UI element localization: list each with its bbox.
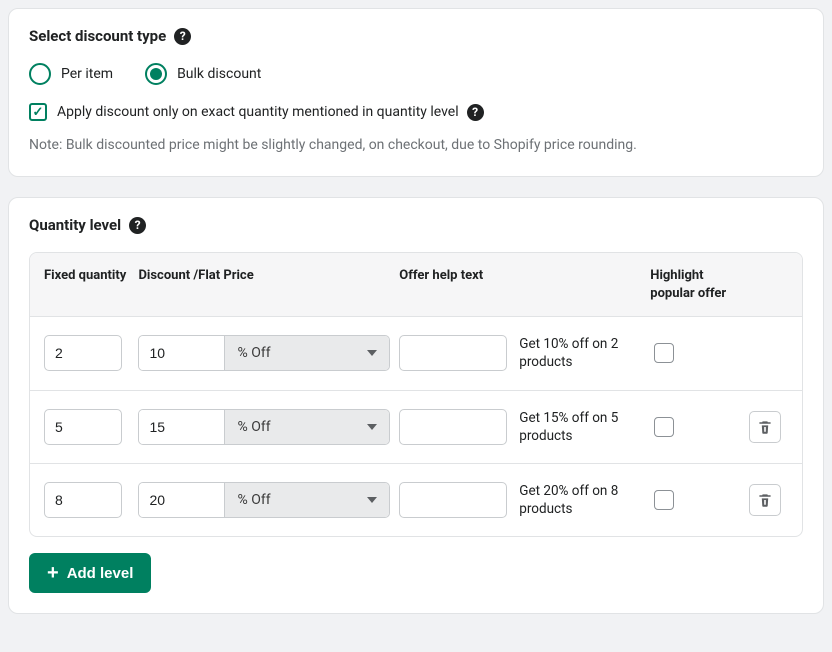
table-row: % Off Get 10% off on 2 products (30, 317, 802, 389)
discount-input-group: % Off (138, 409, 390, 445)
radio-per-item-indicator (29, 63, 51, 85)
chevron-down-icon (367, 424, 377, 430)
exact-quantity-label-text: Apply discount only on exact quantity me… (57, 104, 459, 120)
exact-quantity-checkbox-row: Apply discount only on exact quantity me… (29, 103, 803, 121)
help-icon[interactable]: ? (174, 28, 191, 45)
discount-type-note: Note: Bulk discounted price might be sli… (29, 135, 803, 156)
discount-type-title-text: Select discount type (29, 27, 166, 45)
discount-unit-select[interactable]: % Off (224, 410, 389, 444)
quantity-level-table: Fixed quantity Discount /Flat Price Offe… (29, 252, 803, 537)
trash-icon (757, 419, 773, 435)
help-icon[interactable]: ? (129, 217, 146, 234)
discount-input-group: % Off (138, 482, 390, 518)
fixed-quantity-input[interactable] (44, 482, 122, 518)
header-offer-help: Offer help text (399, 267, 650, 302)
radio-bulk-label: Bulk discount (177, 66, 261, 82)
chevron-down-icon (367, 497, 377, 503)
quantity-level-title: Quantity level ? (29, 216, 803, 234)
discount-unit-select[interactable]: % Off (224, 483, 389, 517)
trash-icon (757, 492, 773, 508)
exact-quantity-label: Apply discount only on exact quantity me… (57, 104, 484, 121)
table-body: % Off Get 10% off on 2 products % Off Get 1… (30, 317, 802, 536)
add-level-button[interactable]: + Add level (29, 553, 151, 593)
exact-quantity-checkbox[interactable] (29, 103, 47, 121)
header-actions (749, 267, 792, 302)
discount-unit-label: % Off (237, 345, 270, 361)
header-fixed-quantity: Fixed quantity (40, 267, 138, 302)
offer-help-input[interactable] (399, 482, 507, 518)
discount-input-group: % Off (138, 335, 390, 371)
discount-type-card: Select discount type ? Per item Bulk dis… (8, 8, 824, 177)
header-highlight: Highlight popular offer (650, 267, 748, 302)
offer-help-input[interactable] (399, 335, 507, 371)
header-discount: Discount /Flat Price (138, 267, 399, 302)
highlight-offer-checkbox[interactable] (654, 343, 674, 363)
fixed-quantity-input[interactable] (44, 409, 122, 445)
offer-help-preview: Get 20% off on 8 products (519, 482, 639, 518)
add-level-label: Add level (67, 565, 134, 582)
discount-unit-label: % Off (237, 492, 270, 508)
help-icon[interactable]: ? (467, 104, 484, 121)
radio-bulk-indicator (145, 63, 167, 85)
radio-bulk-discount[interactable]: Bulk discount (145, 63, 261, 85)
table-row: % Off Get 20% off on 8 products (30, 463, 802, 536)
table-header: Fixed quantity Discount /Flat Price Offe… (30, 253, 802, 317)
discount-value-input[interactable] (139, 410, 224, 444)
radio-per-item-label: Per item (61, 66, 113, 82)
fixed-quantity-input[interactable] (44, 335, 122, 371)
highlight-offer-checkbox[interactable] (654, 417, 674, 437)
discount-value-input[interactable] (139, 483, 224, 517)
delete-row-button[interactable] (749, 484, 781, 516)
discount-unit-select[interactable]: % Off (224, 336, 389, 370)
radio-per-item[interactable]: Per item (29, 63, 113, 85)
offer-help-preview: Get 10% off on 2 products (519, 335, 639, 371)
delete-row-button[interactable] (749, 411, 781, 443)
discount-type-radio-group: Per item Bulk discount (29, 63, 803, 85)
table-row: % Off Get 15% off on 5 products (30, 390, 802, 463)
quantity-level-title-text: Quantity level (29, 216, 121, 234)
offer-help-preview: Get 15% off on 5 products (519, 409, 639, 445)
discount-value-input[interactable] (139, 336, 224, 370)
discount-unit-label: % Off (237, 419, 270, 435)
plus-icon: + (47, 563, 59, 583)
quantity-level-card: Quantity level ? Fixed quantity Discount… (8, 197, 824, 614)
offer-help-input[interactable] (399, 409, 507, 445)
highlight-offer-checkbox[interactable] (654, 490, 674, 510)
chevron-down-icon (367, 350, 377, 356)
discount-type-title: Select discount type ? (29, 27, 803, 45)
